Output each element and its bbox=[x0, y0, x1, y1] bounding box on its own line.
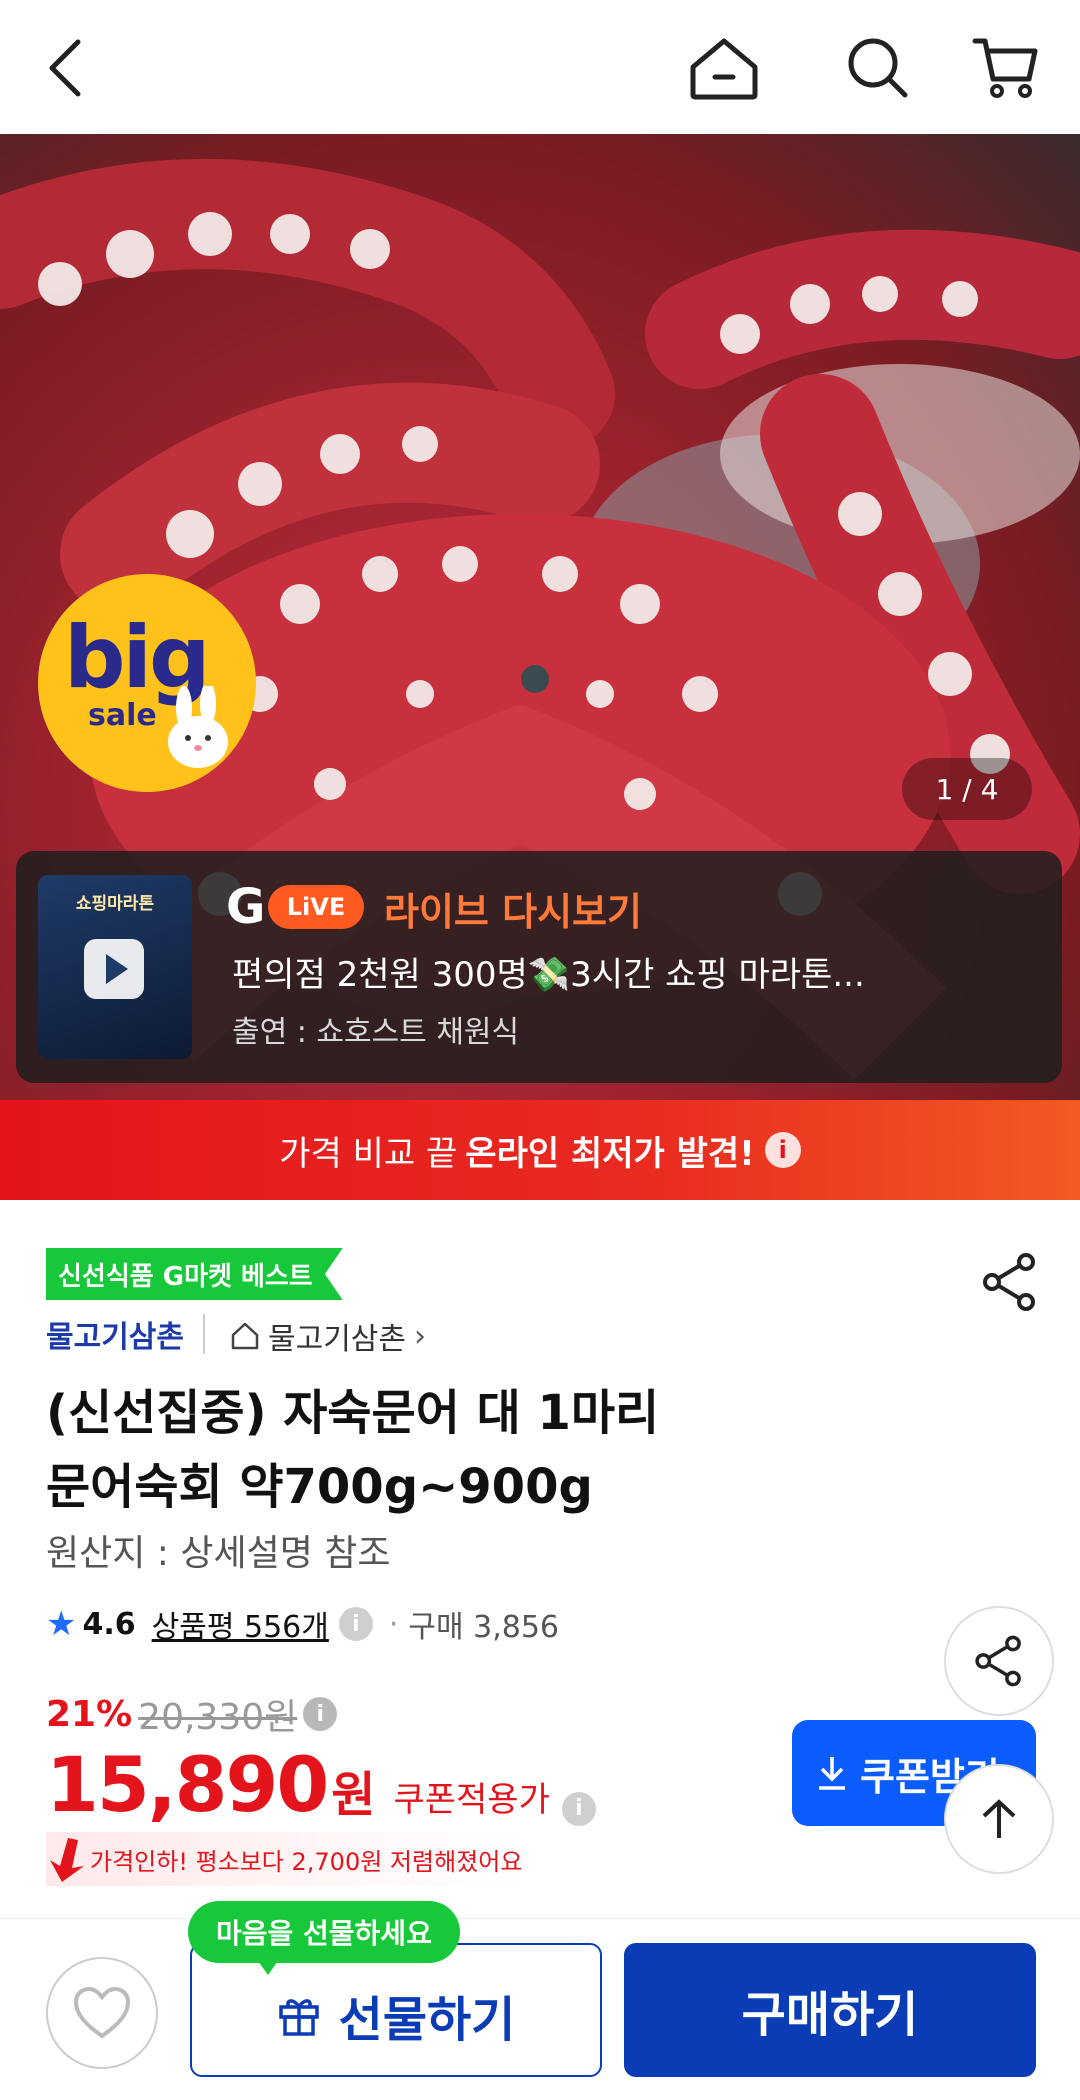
gift-tooltip-bubble: 마음을 선물하세요 bbox=[188, 1901, 460, 1975]
price-down-arrow-icon bbox=[50, 1838, 84, 1882]
price-drop-text: 가격인하! 평소보다 2,700원 저렴해졌어요 bbox=[90, 1847, 523, 1876]
buy-button[interactable]: 구매하기 bbox=[624, 1943, 1036, 2077]
separator-dot: · bbox=[388, 1606, 399, 1642]
best-tag: 신선식품 G마켓 베스트 bbox=[46, 1248, 343, 1300]
original-price: 20,330원 bbox=[138, 1697, 298, 1738]
price-drop-note: 가격인하! 평소보다 2,700원 저렴해졌어요 bbox=[46, 1832, 526, 1886]
reviews-link[interactable]: 상품평 556개 bbox=[152, 1602, 329, 1646]
cart-icon[interactable] bbox=[966, 28, 1046, 108]
live-replay-title: 라이브 다시보기 bbox=[384, 890, 642, 934]
coupon-price-label: 쿠폰적용가 bbox=[393, 1780, 550, 1820]
sale-price: 15,890 bbox=[46, 1740, 329, 1829]
price-unit: 원 bbox=[331, 1767, 376, 1823]
live-host: 출연 : 쇼호스트 채원식 bbox=[232, 1015, 520, 1050]
store-link-label: 물고기삼촌 bbox=[268, 1322, 406, 1357]
live-badge: LiVE bbox=[268, 885, 364, 929]
chevron-right-icon: › bbox=[414, 1318, 426, 1354]
star-icon: ★ bbox=[46, 1604, 77, 1644]
gift-button[interactable]: 선물하기 bbox=[190, 1943, 602, 2077]
wishlist-button[interactable] bbox=[46, 1957, 158, 2069]
product-image-carousel[interactable]: big sale 1 / 4 쇼핑마라톤 G LiVE 라이브 다시보기 편의점… bbox=[0, 134, 1080, 1100]
rabbit-icon bbox=[168, 686, 228, 768]
bottom-action-bar: 선물하기 마음을 선물하세요 구매하기 bbox=[0, 1901, 1080, 2100]
banner-strong-text: 온라인 최저가 발견! bbox=[465, 1133, 755, 1174]
big-sale-badge: big sale bbox=[38, 574, 256, 792]
discount-row: 21% 20,330원 i bbox=[46, 1688, 338, 1740]
info-icon[interactable]: i bbox=[561, 1791, 596, 1826]
title-line-1: (신선집중) 자숙문어 대 1마리 bbox=[46, 1385, 660, 1441]
heart-icon bbox=[73, 1986, 131, 2039]
discount-percent: 21% bbox=[46, 1693, 133, 1735]
live-thumbnail[interactable]: 쇼핑마라톤 bbox=[38, 875, 192, 1059]
price-row: 15,890 원 쿠폰적용가 i bbox=[46, 1740, 596, 1829]
live-replay-card[interactable]: 쇼핑마라톤 G LiVE 라이브 다시보기 편의점 2천원 300명💸3시간 쇼… bbox=[16, 851, 1062, 1083]
share-icon[interactable] bbox=[978, 1250, 1042, 1314]
lowest-price-banner[interactable]: 가격 비교 끝 온라인 최저가 발견! i bbox=[0, 1100, 1080, 1200]
share-button[interactable] bbox=[944, 1606, 1054, 1716]
share-icon bbox=[975, 1635, 1021, 1687]
download-icon bbox=[819, 1757, 845, 1790]
store-home-icon bbox=[231, 1322, 259, 1350]
thumbnail-title: 쇼핑마라톤 bbox=[75, 894, 155, 914]
title-line-2: 문어숙회 약700g~900g bbox=[46, 1459, 593, 1515]
image-page-indicator: 1 / 4 bbox=[902, 758, 1032, 820]
badge-sale-text: sale bbox=[88, 698, 157, 733]
gift-icon bbox=[278, 1999, 319, 2036]
rating-row: ★ 4.6 상품평 556개 i · 구매 3,856 bbox=[46, 1602, 560, 1646]
info-icon[interactable]: i bbox=[303, 1697, 338, 1731]
info-icon[interactable]: i bbox=[764, 1132, 801, 1168]
g-logo: G bbox=[226, 879, 266, 935]
gift-button-label: 선물하기 bbox=[338, 1992, 516, 2048]
search-icon[interactable] bbox=[838, 28, 918, 108]
origin-info: 원산지 : 상세설명 참조 bbox=[46, 1533, 391, 1574]
home-icon[interactable] bbox=[684, 28, 764, 108]
back-icon[interactable] bbox=[26, 28, 106, 108]
seller-name[interactable]: 물고기삼촌 bbox=[46, 1312, 184, 1356]
product-title: (신선집중) 자숙문어 대 1마리 문어숙회 약700g~900g bbox=[46, 1376, 946, 1524]
store-link[interactable]: 물고기삼촌 › bbox=[230, 1314, 426, 1358]
info-icon[interactable]: i bbox=[338, 1607, 373, 1641]
purchase-count: 구매 3,856 bbox=[408, 1610, 560, 1645]
arrow-up-icon bbox=[982, 1799, 1016, 1838]
top-navigation-bar bbox=[0, 0, 1080, 134]
scroll-top-button[interactable] bbox=[944, 1764, 1054, 1874]
play-icon bbox=[84, 939, 144, 999]
banner-lead-text: 가격 비교 끝 bbox=[279, 1133, 458, 1174]
live-description: 편의점 2천원 300명💸3시간 쇼핑 마라톤... bbox=[232, 955, 865, 995]
rating-value: 4.6 bbox=[82, 1606, 136, 1642]
divider bbox=[203, 1314, 205, 1354]
